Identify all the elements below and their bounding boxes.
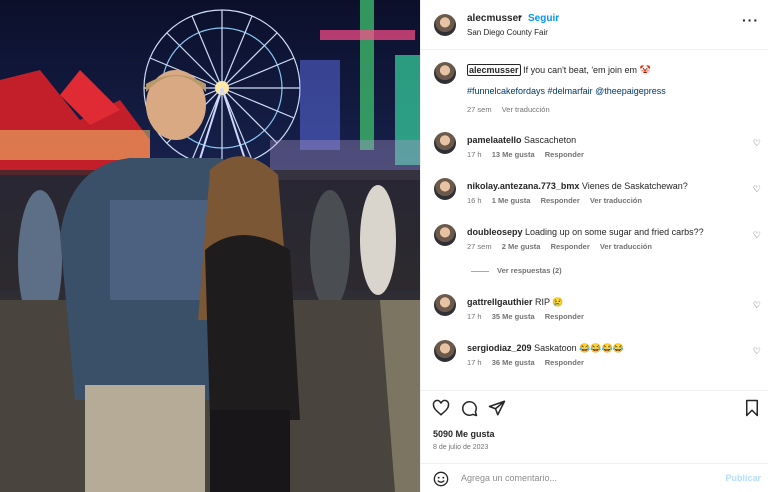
share-send-icon[interactable] <box>488 399 506 417</box>
post-actions: 5090 Me gusta 8 de julio de 2023 <box>421 390 768 460</box>
comment-likes[interactable]: 35 Me gusta <box>492 312 535 321</box>
caption-username[interactable]: alecmusser <box>467 64 521 76</box>
comment-body: RIP 😢 <box>535 297 564 307</box>
comment-avatar[interactable] <box>434 132 456 154</box>
comments-list[interactable]: alecmusser If you can't beat, 'em join e… <box>421 51 768 389</box>
emoji-icon[interactable] <box>433 471 449 487</box>
comment-time: 16 h <box>467 196 482 205</box>
fair-scene-image <box>0 0 420 492</box>
comment-reply-button[interactable]: Responder <box>541 196 580 205</box>
comment-username[interactable]: pamelaatello <box>467 135 522 145</box>
post-header: alecmusser • Seguir San Diego County Fai… <box>421 0 768 50</box>
save-bookmark-icon[interactable] <box>744 399 760 417</box>
post-comment-button[interactable]: Publicar <box>725 473 761 483</box>
comment-body: Loading up on some sugar and fried carbs… <box>525 227 704 237</box>
comment-likes[interactable]: 2 Me gusta <box>502 242 541 251</box>
comment-avatar[interactable] <box>434 294 456 316</box>
comment-likes[interactable]: 1 Me gusta <box>492 196 531 205</box>
comment-body: Saskatoon 😂😂😂😂 <box>534 343 624 353</box>
comment-username[interactable]: nikolay.antezana.773_bmx <box>467 181 579 191</box>
caption-meta: 27 sem Ver traducción <box>467 105 558 114</box>
caption-hashtags[interactable]: #funnelcakefordays #delmarfair @theepaig… <box>467 86 666 96</box>
view-replies-label: Ver respuestas (2) <box>497 266 562 275</box>
comment-avatar[interactable] <box>434 224 456 246</box>
author-avatar[interactable] <box>434 14 456 36</box>
comment-meta: 16 h 1 Me gusta Responder Ver traducción <box>467 196 650 205</box>
comment-text: doubleosepy Loading up on some sugar and… <box>467 226 737 238</box>
caption-time: 27 sem <box>467 105 492 114</box>
comment-bubble-icon[interactable] <box>460 399 478 417</box>
like-heart-icon[interactable] <box>432 399 450 417</box>
comment-text: nikolay.antezana.773_bmx Vienes de Saska… <box>467 180 737 192</box>
comment-reply-button[interactable]: Responder <box>545 150 584 159</box>
comment-translate-link[interactable]: Ver traducción <box>590 196 642 205</box>
comment-meta: 17 h 36 Me gusta Responder <box>467 358 592 367</box>
comment-time: 27 sem <box>467 242 492 251</box>
comment-like-heart-icon[interactable]: ♡ <box>753 230 761 241</box>
caption-avatar[interactable] <box>434 62 456 84</box>
comment-likes[interactable]: 36 Me gusta <box>492 358 535 367</box>
comment-input[interactable]: Agrega un comentario... <box>461 473 557 483</box>
comment-composer: Agrega un comentario... Publicar <box>421 463 768 492</box>
comment-meta: 17 h 35 Me gusta Responder <box>467 312 592 321</box>
comment-like-heart-icon[interactable]: ♡ <box>753 300 761 311</box>
follow-button[interactable]: Seguir <box>528 13 559 24</box>
comment-text: sergiodiaz_209 Saskatoon 😂😂😂😂 <box>467 342 737 354</box>
post-location[interactable]: San Diego County Fair <box>467 28 548 37</box>
comment-translate-link[interactable]: Ver traducción <box>600 242 652 251</box>
comment-body: Sascacheton <box>524 135 577 145</box>
comment-like-heart-icon[interactable]: ♡ <box>753 346 761 357</box>
replies-divider <box>471 270 489 272</box>
comment-like-heart-icon[interactable]: ♡ <box>753 138 761 149</box>
comment-time: 17 h <box>467 312 482 321</box>
separator-dot: • <box>518 12 522 23</box>
comment-text: gattrellgauthier RIP 😢 <box>467 296 737 308</box>
more-options-icon[interactable]: ··· <box>742 12 759 28</box>
comment-avatar[interactable] <box>434 178 456 200</box>
comment-avatar[interactable] <box>434 340 456 362</box>
comment-time: 17 h <box>467 150 482 159</box>
comment-reply-button[interactable]: Responder <box>545 358 584 367</box>
author-username[interactable]: alecmusser <box>467 13 522 24</box>
comment-reply-button[interactable]: Responder <box>545 312 584 321</box>
comment-time: 17 h <box>467 358 482 367</box>
caption-translate-link[interactable]: Ver traducción <box>502 105 550 114</box>
comment-username[interactable]: sergiodiaz_209 <box>467 343 532 353</box>
caption-text: alecmusser If you can't beat, 'em join e… <box>467 64 737 76</box>
likes-count[interactable]: 5090 Me gusta <box>433 429 495 439</box>
caption-body: If you can't beat, 'em join em 🤡 <box>523 65 651 75</box>
comment-reply-button[interactable]: Responder <box>551 242 590 251</box>
comment-username[interactable]: doubleosepy <box>467 227 523 237</box>
comment-meta: 17 h 13 Me gusta Responder <box>467 150 592 159</box>
view-replies-button[interactable]: Ver respuestas (2) <box>471 266 562 275</box>
post-photo[interactable] <box>0 0 420 492</box>
post-date: 8 de julio de 2023 <box>433 444 489 451</box>
comment-text: pamelaatello Sascacheton <box>467 134 737 146</box>
comment-username[interactable]: gattrellgauthier <box>467 297 533 307</box>
comment-meta: 27 sem 2 Me gusta Responder Ver traducci… <box>467 242 660 251</box>
comment-body: Vienes de Saskatchewan? <box>581 181 688 191</box>
comment-likes[interactable]: 13 Me gusta <box>492 150 535 159</box>
comment-like-heart-icon[interactable]: ♡ <box>753 184 761 195</box>
post-details-panel: alecmusser • Seguir San Diego County Fai… <box>420 0 768 492</box>
